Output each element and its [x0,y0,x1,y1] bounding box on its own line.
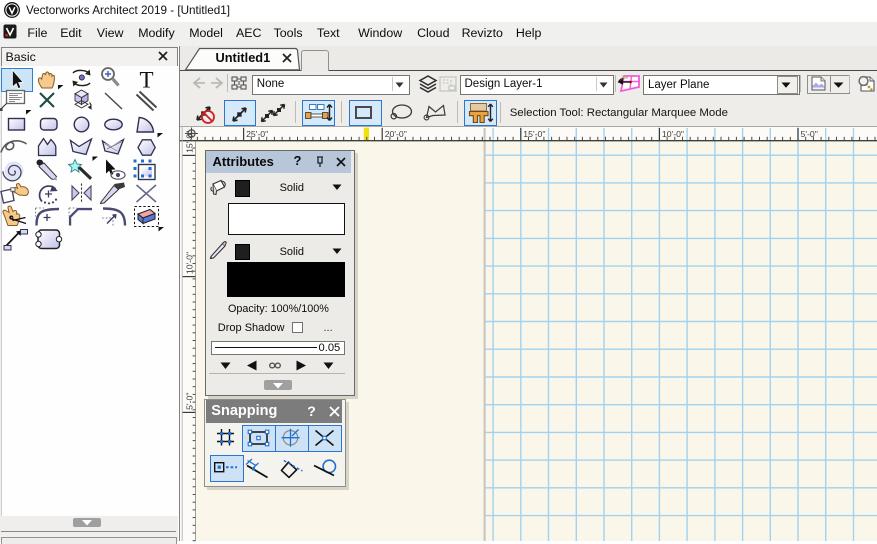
svg-text:10'-0": 10'-0" [185,252,195,274]
svg-text:5'-0": 5'-0" [185,393,195,410]
